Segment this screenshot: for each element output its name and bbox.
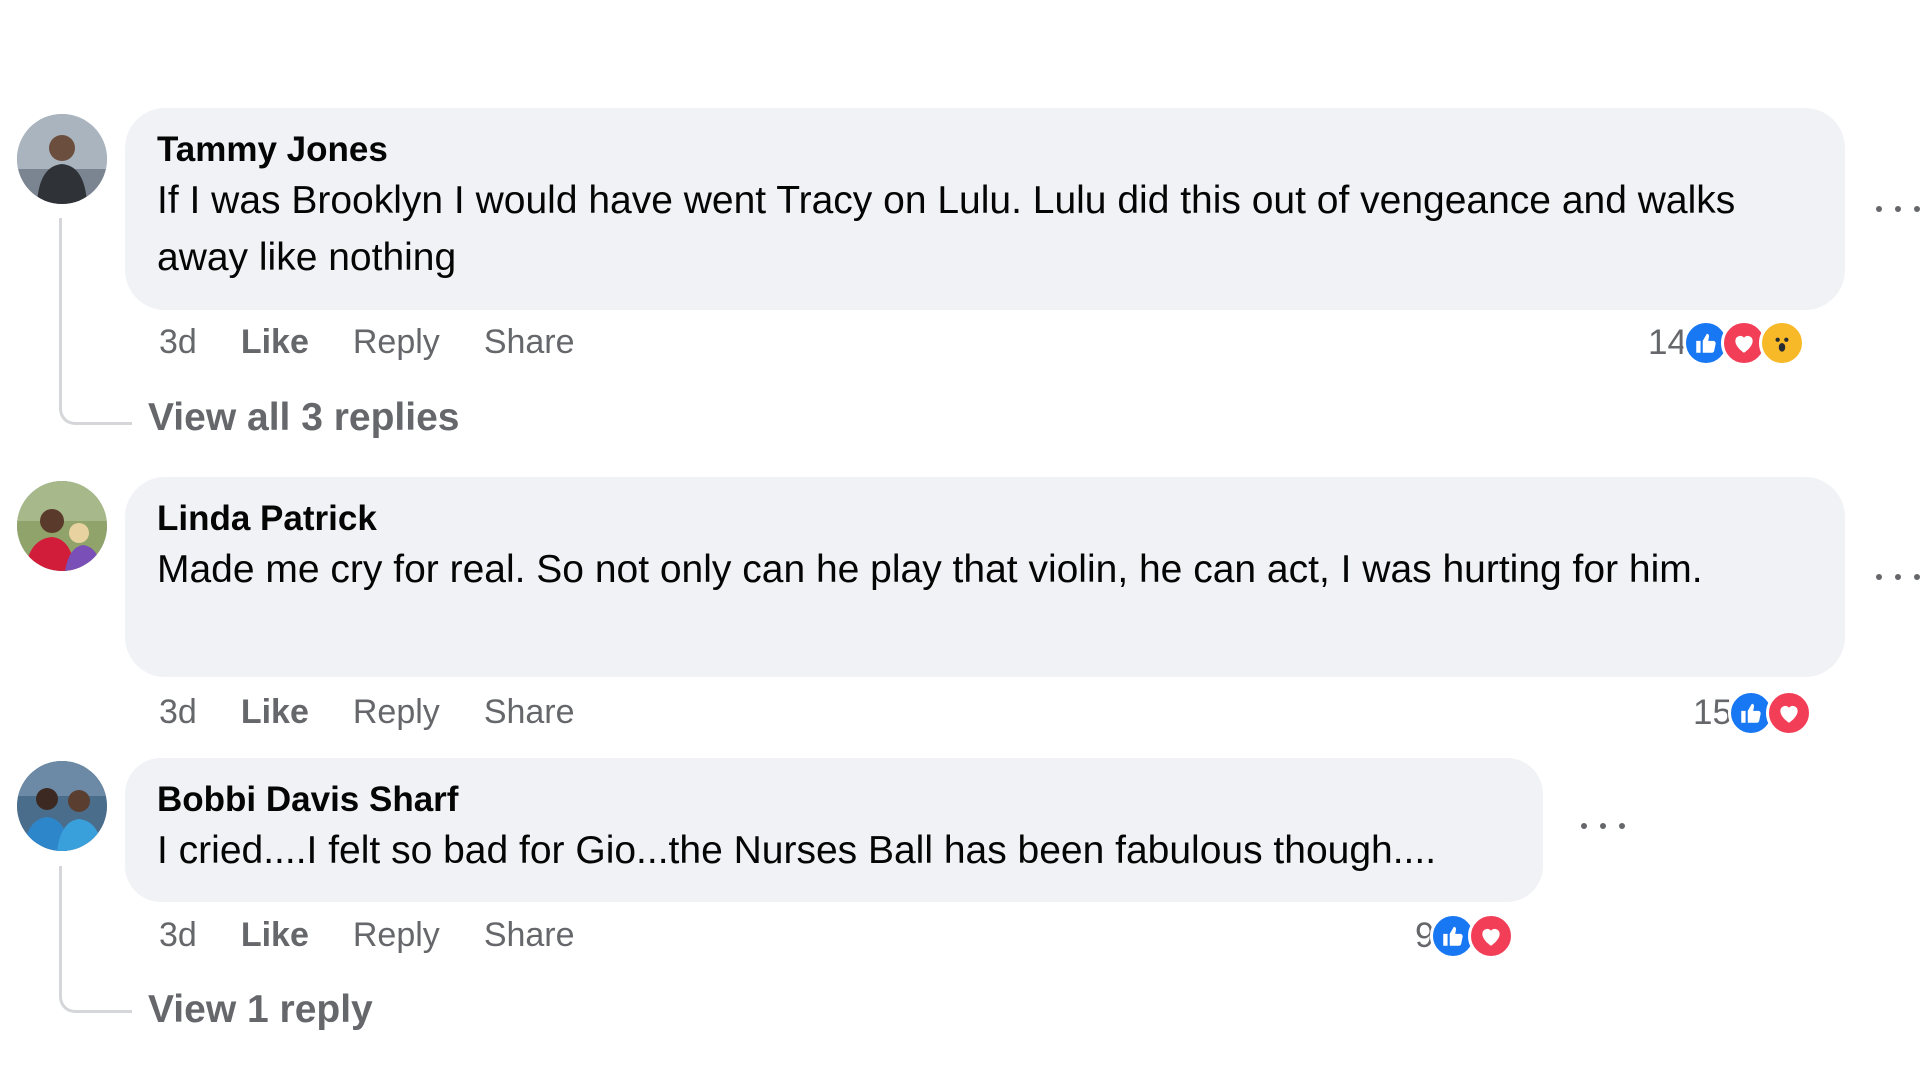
comment-author[interactable]: Tammy Jones xyxy=(157,130,1813,170)
avatar-photo xyxy=(17,761,107,851)
reaction-count: 15 xyxy=(1693,693,1732,732)
reply-button[interactable]: Reply xyxy=(353,916,440,955)
comment-bubble: Linda Patrick Made me cry for real. So n… xyxy=(125,477,1845,677)
share-button[interactable]: Share xyxy=(484,323,575,362)
more-options-icon[interactable] xyxy=(1876,197,1920,221)
avatar[interactable] xyxy=(17,114,107,204)
thread-connector xyxy=(59,370,132,425)
love-icon xyxy=(1468,913,1515,959)
like-button[interactable]: Like xyxy=(241,693,309,732)
more-options-icon[interactable] xyxy=(1876,565,1920,589)
reaction-summary[interactable]: 9 xyxy=(1415,911,1515,961)
comment-text: Made me cry for real. So not only can he… xyxy=(157,548,1703,591)
more-options-icon[interactable] xyxy=(1581,814,1625,838)
wow-icon xyxy=(1758,320,1805,366)
comment-bubble: Bobbi Davis Sharf I cried....I felt so b… xyxy=(125,758,1543,902)
reply-button[interactable]: Reply xyxy=(353,323,440,362)
comment-actions: 3d Like Reply Share xyxy=(159,913,575,957)
like-button[interactable]: Like xyxy=(241,323,309,362)
comment-bubble: Tammy Jones If I was Brooklyn I would ha… xyxy=(125,108,1845,310)
comment-time[interactable]: 3d xyxy=(159,693,197,732)
view-replies-link[interactable]: View 1 reply xyxy=(148,988,373,1034)
reaction-summary[interactable]: 14 xyxy=(1648,318,1805,368)
view-replies-link[interactable]: View all 3 replies xyxy=(148,396,459,440)
comment-time[interactable]: 3d xyxy=(159,323,197,362)
thread-connector xyxy=(59,960,132,1013)
comment-time[interactable]: 3d xyxy=(159,916,197,955)
comment-text: I cried....I felt so bad for Gio...the N… xyxy=(157,829,1437,872)
like-button[interactable]: Like xyxy=(241,916,309,955)
love-icon xyxy=(1765,690,1812,736)
reply-button[interactable]: Reply xyxy=(353,693,440,732)
comment-author[interactable]: Bobbi Davis Sharf xyxy=(157,780,1511,820)
comment-text: If I was Brooklyn I would have went Trac… xyxy=(157,179,1736,279)
avatar[interactable] xyxy=(17,761,107,851)
comment-actions: 3d Like Reply Share xyxy=(159,690,575,734)
share-button[interactable]: Share xyxy=(484,916,575,955)
comment-actions: 3d Like Reply Share xyxy=(159,320,575,364)
avatar-photo xyxy=(17,481,107,571)
share-button[interactable]: Share xyxy=(484,693,575,732)
reaction-summary[interactable]: 15 xyxy=(1693,688,1812,738)
reaction-count: 14 xyxy=(1648,323,1687,362)
comment-author[interactable]: Linda Patrick xyxy=(157,499,1813,539)
thread-line xyxy=(59,866,62,966)
avatar-photo xyxy=(17,114,107,204)
thread-line xyxy=(59,218,62,378)
avatar[interactable] xyxy=(17,481,107,571)
